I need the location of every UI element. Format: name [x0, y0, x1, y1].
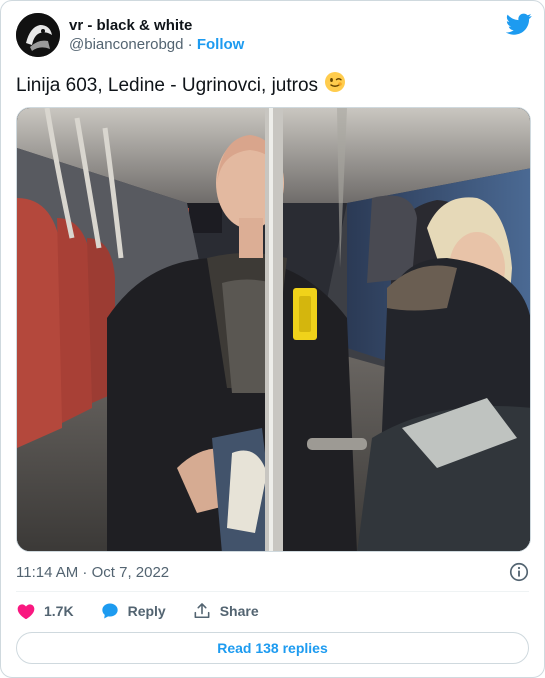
divider: [16, 591, 529, 592]
user-info: vr - black & white @bianconerobgd · Foll…: [69, 16, 244, 54]
twitter-bird-icon[interactable]: [506, 11, 532, 37]
speech-bubble-icon: [101, 603, 118, 619]
author-handle-row: @bianconerobgd · Follow: [69, 35, 244, 54]
winking-face-emoji-svg: [325, 72, 346, 92]
heart-icon: [17, 604, 35, 619]
share-upload-icon: [194, 603, 210, 619]
tweet-timestamp[interactable]: 11:14 AM · Oct 7, 2022: [16, 563, 169, 583]
tweet-text-body: Linija 603, Ledine - Ugrinovci, jutros: [16, 75, 319, 96]
like-count: 1.7K: [44, 603, 74, 619]
avatar[interactable]: [16, 13, 60, 57]
like-button[interactable]: 1.7K: [16, 601, 74, 621]
winking-face-icon: [324, 71, 346, 101]
handle-separator: ·: [187, 36, 197, 53]
follow-button[interactable]: Follow: [197, 36, 245, 53]
tweet-card: vr - black & white @bianconerobgd · Foll…: [0, 0, 545, 678]
reply-button[interactable]: Reply: [100, 601, 166, 621]
tweet-text: Linija 603, Ledine - Ugrinovci, jutros: [16, 71, 346, 101]
author-display-name[interactable]: vr - black & white: [69, 16, 244, 35]
author-handle[interactable]: @bianconerobgd: [69, 36, 183, 53]
tweet-photo[interactable]: [16, 107, 531, 552]
share-label: Share: [219, 603, 259, 619]
info-icon[interactable]: [508, 561, 530, 583]
bus-interior-photo: [17, 108, 530, 551]
tweet-header: vr - black & white @bianconerobgd · Foll…: [16, 11, 532, 59]
reply-label: Reply: [127, 603, 166, 619]
share-button[interactable]: Share: [192, 601, 259, 621]
tweet-actions: 1.7K Reply Share: [16, 599, 285, 623]
read-replies-button[interactable]: Read 138 replies: [16, 632, 529, 664]
